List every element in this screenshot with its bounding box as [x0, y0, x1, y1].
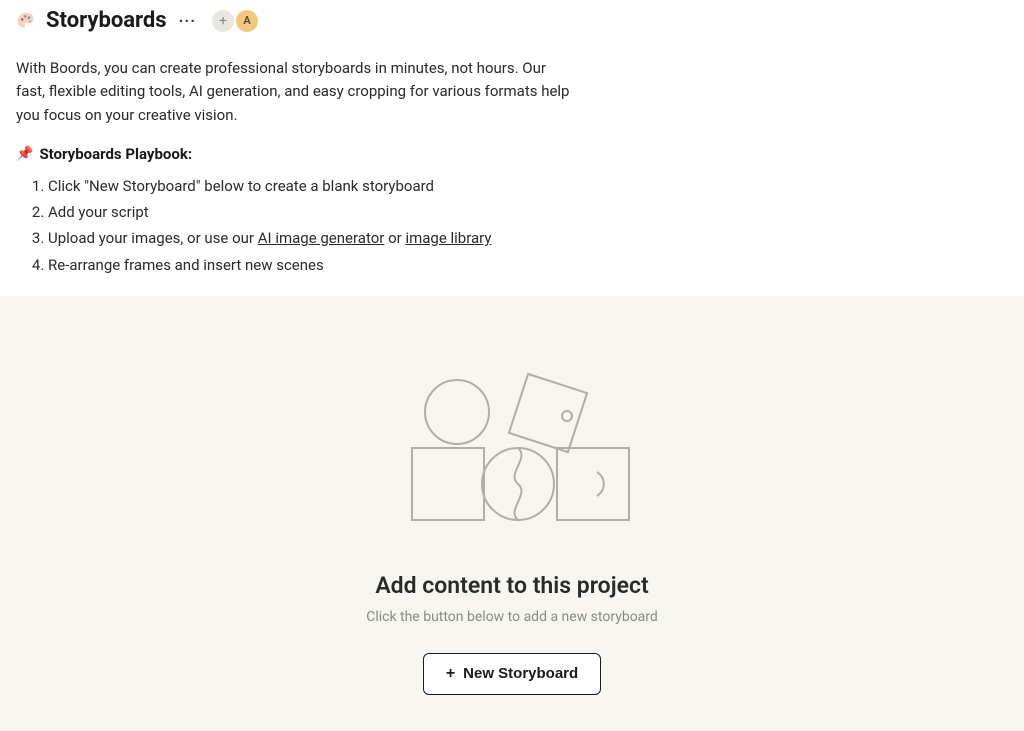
- step3-mid: or: [384, 229, 405, 247]
- plus-icon: +: [446, 665, 455, 683]
- empty-state: Add content to this project Click the bu…: [0, 296, 1024, 731]
- ai-generator-link[interactable]: AI image generator: [258, 229, 385, 247]
- list-item: Re-arrange frames and insert new scenes: [48, 252, 1008, 278]
- more-icon[interactable]: ···: [179, 11, 196, 30]
- empty-title: Add content to this project: [375, 572, 648, 599]
- pin-icon: 📌: [16, 146, 33, 162]
- avatar[interactable]: A: [236, 10, 258, 32]
- empty-subtitle: Click the button below to add a new stor…: [366, 609, 658, 625]
- add-member-button[interactable]: +: [212, 10, 234, 32]
- playbook-list: Click "New Storyboard" below to create a…: [16, 173, 1008, 278]
- palette-icon: [16, 11, 36, 31]
- list-item: Add your script: [48, 199, 1008, 225]
- project-description: With Boords, you can create professional…: [16, 57, 576, 127]
- playbook-title: Storyboards Playbook:: [39, 145, 192, 163]
- page-title: Storyboards: [46, 8, 167, 33]
- list-item: Upload your images, or use our AI image …: [48, 225, 1008, 251]
- list-item: Click "New Storyboard" below to create a…: [48, 173, 1008, 199]
- empty-illustration: [392, 364, 632, 524]
- image-library-link[interactable]: image library: [405, 229, 491, 247]
- step3-prefix: Upload your images, or use our: [48, 229, 258, 247]
- playbook-heading: 📌 Storyboards Playbook:: [16, 145, 1008, 163]
- new-storyboard-label: New Storyboard: [463, 665, 578, 682]
- new-storyboard-button[interactable]: + New Storyboard: [423, 653, 601, 695]
- title-row: Storyboards ··· + A: [16, 8, 1008, 33]
